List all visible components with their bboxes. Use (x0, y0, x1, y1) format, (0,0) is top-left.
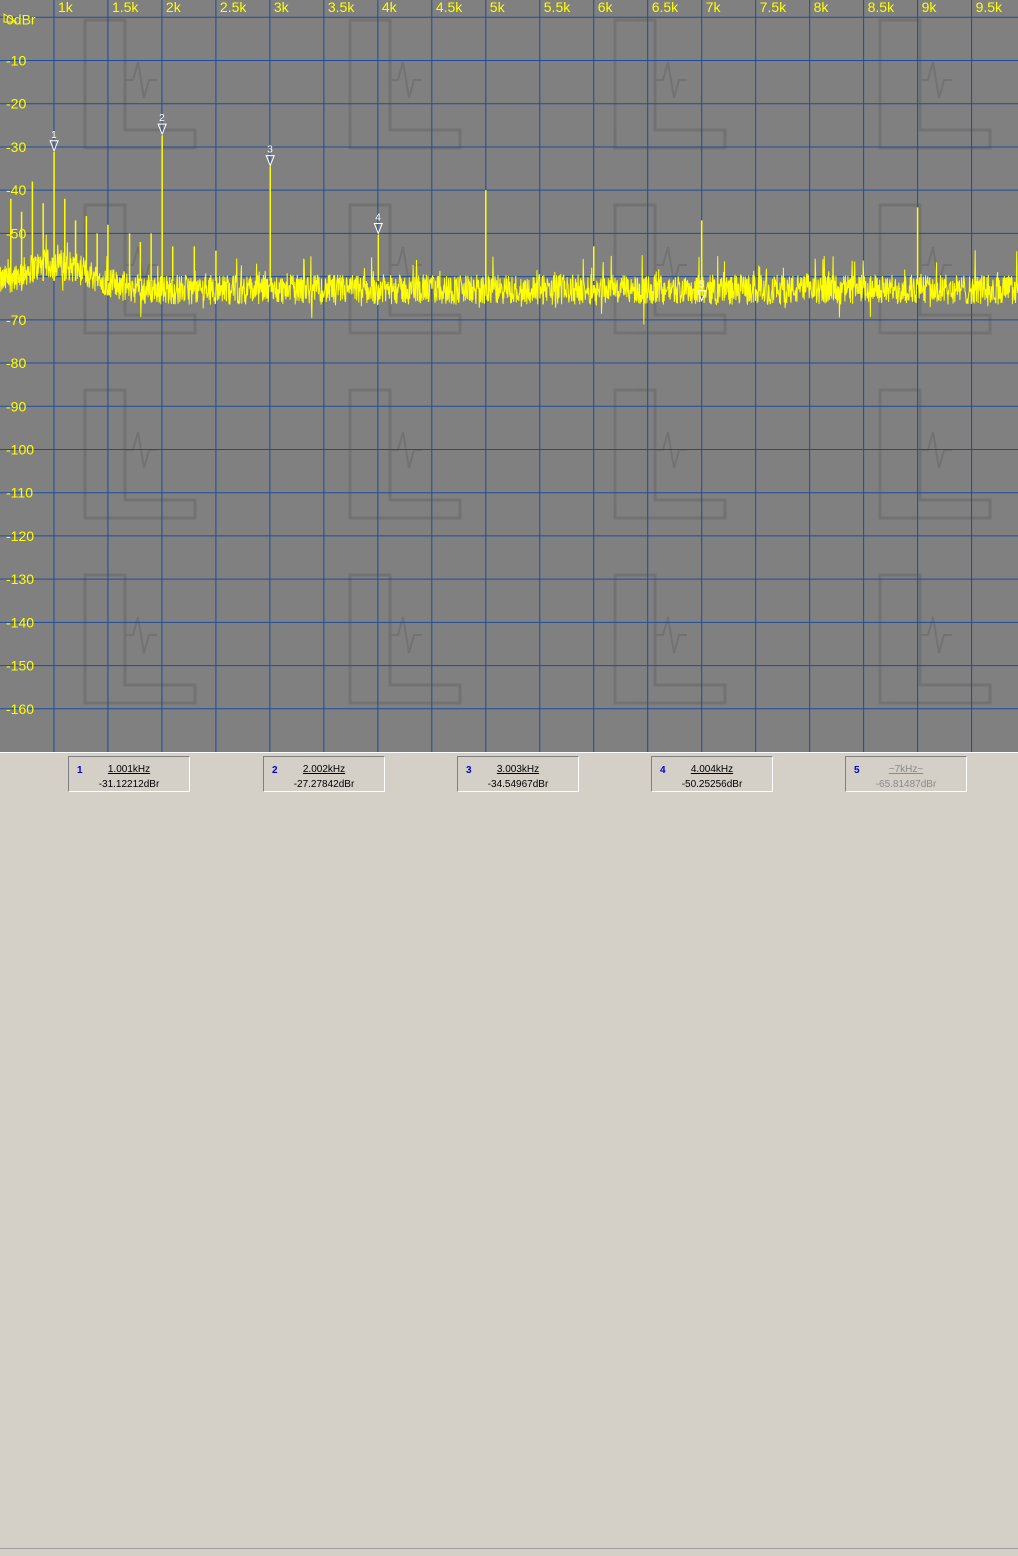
spectrum-chart[interactable]: 1k 1.5k 2k 2.5k 3k 3.5k 4k 4.5k 5k 5.5k 6k 6.5k 7k 7.… (0, 0, 1018, 752)
watermark-letter (83, 573, 197, 705)
watermark-pulse (125, 61, 157, 99)
watermark-letter (348, 203, 462, 335)
x-tick-label: 6k (598, 0, 614, 15)
watermark-logo-pattern (83, 18, 992, 705)
marker-level: -34.54967dBr (487, 779, 549, 790)
marker-frequency: 2.002kHz (302, 764, 346, 775)
y-unit-label: 0dBr (6, 11, 36, 27)
watermark-pulse (920, 431, 952, 469)
y-tick-label: -100 (6, 441, 34, 457)
y-tick-label: -130 (6, 571, 34, 587)
watermark-letter (83, 18, 197, 150)
x-tick-label: 8.5k (868, 0, 895, 15)
x-tick-label: 3.5k (328, 0, 355, 15)
marker-readout-1[interactable]: 1 1.001kHz -31.12212dBr (68, 756, 190, 792)
x-tick-label: 4k (382, 0, 398, 15)
y-tick-label: -140 (6, 614, 34, 630)
x-tick-label: 8k (814, 0, 830, 15)
y-tick-label: -160 (6, 701, 34, 717)
watermark-letter (348, 573, 462, 705)
marker-readout-2[interactable]: 2 2.002kHz -27.27842dBr (263, 756, 385, 792)
watermark-letter (878, 388, 992, 520)
y-tick-label: -70 (6, 312, 26, 328)
watermark-letter (348, 388, 462, 520)
x-tick-label: 2.5k (220, 0, 247, 15)
y-tick-label: -80 (6, 355, 26, 371)
spectrum-noise-trace (0, 234, 1018, 325)
watermark-pulse (655, 431, 687, 469)
y-tick-label: -20 (6, 96, 26, 112)
watermark-pulse (390, 431, 422, 469)
x-tick-label: 3k (274, 0, 290, 15)
watermark-pulse (125, 431, 157, 469)
x-tick-label: 6.5k (652, 0, 679, 15)
marker-readout-4[interactable]: 4 4.004kHz -50.25256dBr (651, 756, 773, 792)
y-tick-label: -150 (6, 658, 34, 674)
y-tick-label: -50 (6, 225, 26, 241)
watermark-letter (878, 18, 992, 150)
x-tick-label: 9k (922, 0, 938, 15)
marker-level: -27.27842dBr (293, 779, 355, 790)
y-tick-label: -90 (6, 398, 26, 414)
marker-number-label: 3 (267, 145, 273, 156)
watermark-letter (878, 203, 992, 335)
marker-frequency: ~7kHz~ (888, 764, 924, 775)
x-tick-label: 1.5k (112, 0, 139, 15)
marker-number-label: 4 (375, 212, 381, 223)
marker-readout-3[interactable]: 3 3.003kHz -34.54967dBr (457, 756, 579, 792)
watermark-letter (613, 18, 727, 150)
watermark-letter (613, 573, 727, 705)
marker-readout-panel: 1 1.001kHz -31.12212dBr 2 2.002kHz -27.2… (0, 752, 1018, 1556)
marker-number-label: 2 (159, 113, 165, 124)
x-tick-label: 5k (490, 0, 506, 15)
x-tick-label: 4.5k (436, 0, 463, 15)
x-tick-label: 9.5k (976, 0, 1003, 15)
marker-frequency: 3.003kHz (496, 764, 540, 775)
watermark-pulse (655, 61, 687, 99)
watermark-pulse (920, 61, 952, 99)
panel-bottom-edge (0, 1548, 1018, 1556)
x-tick-label: 5.5k (544, 0, 571, 15)
watermark-pulse (655, 246, 687, 284)
watermark-letter (878, 573, 992, 705)
y-tick-label: -120 (6, 528, 34, 544)
marker-number-label: 1 (51, 130, 57, 141)
y-tick-label: -40 (6, 182, 26, 198)
watermark-letter (613, 203, 727, 335)
marker-frequency: 1.001kHz (107, 764, 151, 775)
spectrum-plot-area[interactable]: 1k 1.5k 2k 2.5k 3k 3.5k 4k 4.5k 5k 5.5k 6k 6.5k 7k 7.… (0, 0, 1018, 752)
watermark-letter (613, 388, 727, 520)
marker-level: -65.81487dBr (875, 779, 937, 790)
marker-readout-5[interactable]: 5 ~7kHz~ -65.81487dBr (845, 756, 967, 792)
y-tick-label: -10 (6, 53, 26, 69)
watermark-pulse (390, 61, 422, 99)
x-tick-label: 1k (58, 0, 74, 15)
marker-level: -31.12212dBr (98, 779, 160, 790)
x-tick-label: 7k (706, 0, 722, 15)
x-tick-label: 7.5k (760, 0, 787, 15)
marker-frequency: 4.004kHz (690, 764, 734, 775)
marker-number-label: 5 (699, 280, 705, 291)
watermark-letter (348, 18, 462, 150)
x-tick-label: 2k (166, 0, 182, 15)
marker-level: -50.25256dBr (681, 779, 743, 790)
y-tick-label: -30 (6, 139, 26, 155)
watermark-letter (83, 388, 197, 520)
y-tick-label: -110 (6, 485, 33, 501)
